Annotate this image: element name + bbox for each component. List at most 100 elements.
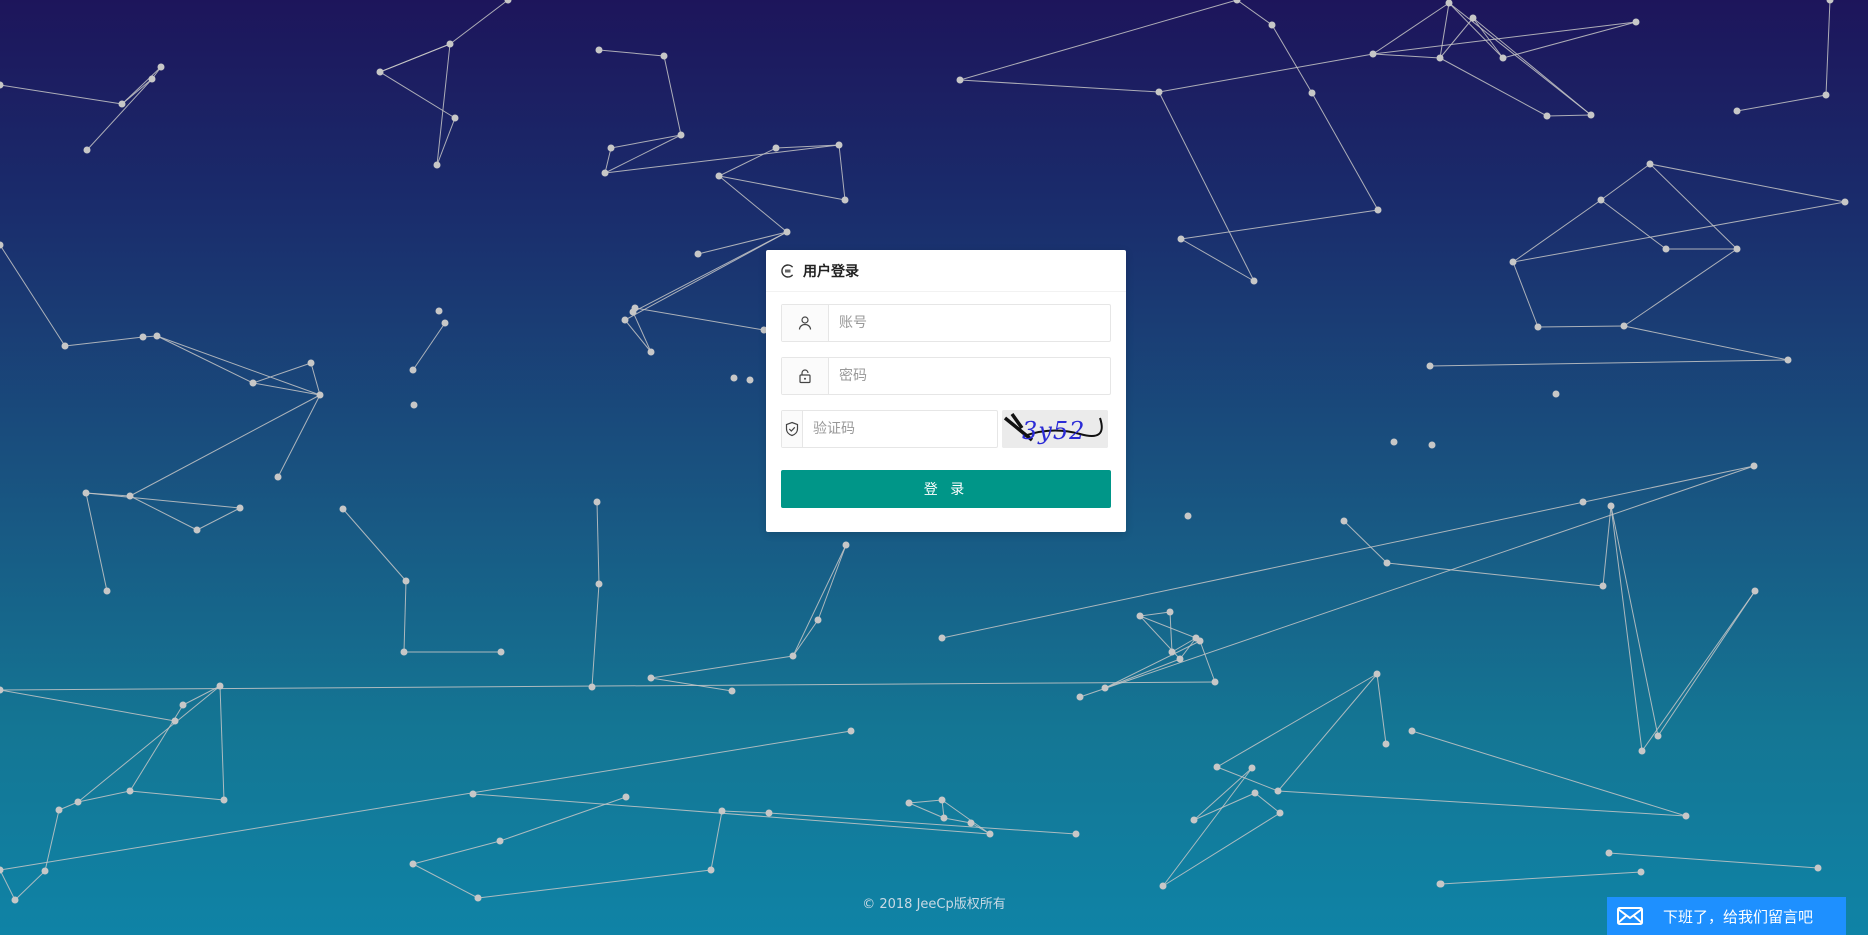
username-input[interactable] (829, 305, 1110, 341)
particle-dot (496, 837, 504, 845)
particle-dot (61, 342, 69, 350)
particle-link (412, 840, 501, 865)
particle-link (1386, 562, 1604, 587)
particle-link (156, 335, 254, 384)
particle-link (1216, 766, 1279, 792)
particle-dot (1733, 107, 1741, 115)
particle-dot (82, 489, 90, 497)
particle-dot (1159, 882, 1167, 890)
particle-dot (1826, 0, 1834, 4)
particle-link (943, 817, 972, 824)
particle-dot (0, 866, 4, 874)
particle-link (1512, 201, 1846, 263)
particle-dot (441, 319, 449, 327)
particle-dot (157, 63, 165, 71)
particle-dot (1646, 160, 1654, 168)
particle-dot (1168, 648, 1176, 656)
particle-dot (446, 40, 454, 48)
particle-link (412, 322, 446, 371)
particle-link (721, 810, 770, 814)
particle-dot (694, 250, 702, 258)
particle-link (959, 0, 1238, 81)
particle-link (1546, 114, 1592, 117)
shield-check-icon (782, 411, 803, 447)
particle-link (85, 492, 108, 592)
particle-dot (938, 634, 946, 642)
particle-link (0, 681, 1216, 691)
particle-link (941, 799, 991, 835)
particle-link (219, 685, 225, 801)
particle-link (129, 394, 321, 497)
password-field (781, 357, 1111, 395)
particle-link (1104, 658, 1181, 689)
password-input[interactable] (829, 358, 1110, 394)
particle-link (1193, 792, 1256, 821)
particle-dot (1620, 322, 1628, 330)
particle-dot (220, 796, 228, 804)
mail-icon (1615, 905, 1645, 927)
captcha-field (781, 410, 998, 448)
particle-dot (1340, 517, 1348, 525)
particle-link (1600, 199, 1667, 250)
particle-dot (1469, 14, 1477, 22)
login-button[interactable]: 登 录 (781, 470, 1111, 508)
particle-dot (967, 819, 975, 827)
particle-link (1236, 0, 1273, 26)
particle-dot (1534, 323, 1542, 331)
particle-dot (789, 652, 797, 660)
refresh-icon (780, 263, 796, 279)
particle-link (77, 790, 131, 803)
particle-link (1736, 94, 1827, 112)
particle-link (1439, 17, 1474, 59)
particle-dot (1750, 462, 1758, 470)
particle-dot (451, 114, 459, 122)
particle-dot (1211, 678, 1219, 686)
particle-dot (588, 683, 596, 691)
particle-dot (179, 701, 187, 709)
particle-link (634, 307, 765, 331)
particle-link (1376, 673, 1387, 745)
particle-link (64, 336, 144, 347)
login-title: 用户登录 (803, 263, 859, 280)
particle-link (598, 49, 665, 57)
login-form: 3y52 登 录 (766, 292, 1126, 508)
particle-dot (316, 391, 324, 399)
leave-message-widget[interactable]: 下班了，给我们留言吧 (1607, 897, 1846, 935)
particle-dot (400, 648, 408, 656)
particle-dot (1841, 198, 1849, 206)
particle-dot (1637, 868, 1645, 876)
particle-dot (1751, 587, 1759, 595)
particle-dot (607, 144, 615, 152)
particle-dot (236, 504, 244, 512)
particle-dot (730, 374, 738, 382)
particle-dot (718, 807, 726, 815)
particle-link (121, 78, 153, 105)
captcha-image[interactable]: 3y52 (1002, 410, 1108, 448)
captcha-input[interactable] (803, 411, 997, 447)
particle-dot (622, 793, 630, 801)
particle-link (663, 55, 682, 136)
particle-dot (1101, 684, 1109, 692)
particle-link (0, 244, 66, 347)
particle-link (1825, 0, 1831, 96)
particle-dot (1166, 608, 1174, 616)
lock-icon (782, 358, 829, 394)
particle-link (718, 147, 777, 177)
particle-link (0, 730, 852, 871)
particle-dot (148, 75, 156, 83)
captcha-code: 3y52 (1022, 417, 1085, 445)
particle-dot (55, 806, 63, 814)
particle-link (1216, 673, 1378, 768)
particle-dot (1682, 812, 1690, 820)
particle-dot (765, 809, 773, 817)
particle-link (591, 583, 600, 688)
particle-dot (83, 146, 91, 154)
particle-dot (940, 814, 948, 822)
particle-link (1158, 91, 1255, 282)
particle-link (838, 144, 846, 201)
particle-dot (1268, 21, 1276, 29)
particle-dot (274, 473, 282, 481)
particle-dot (433, 161, 441, 169)
particle-dot (402, 577, 410, 585)
particle-dot (497, 648, 505, 656)
